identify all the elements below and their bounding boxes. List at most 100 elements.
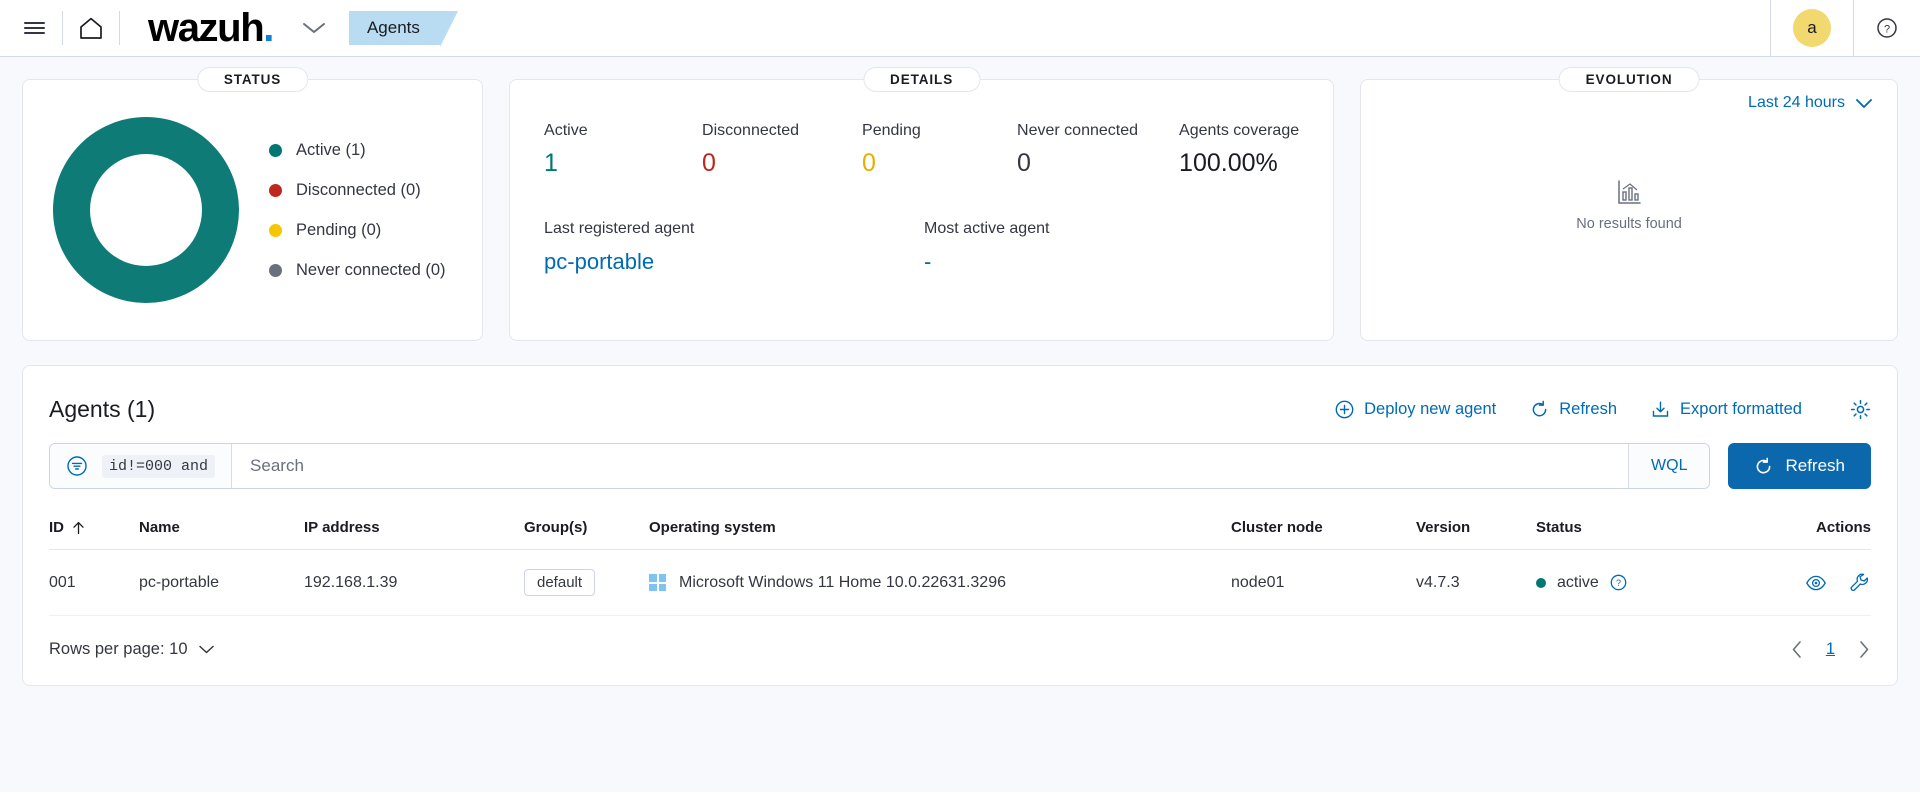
chevron-down-icon [302,23,325,33]
agents-table-card: Agents (1) Deploy new agent Refresh Expo… [22,365,1898,686]
legend-label-pending: Pending (0) [296,220,382,239]
last-registered-agent: Last registered agent pc-portable [544,220,924,275]
legend-label-disconnected: Disconnected (0) [296,180,421,199]
brand-dropdown-button[interactable] [301,20,327,36]
search-shell: id!=000 and WQL [49,443,1711,489]
refresh-icon [1757,457,1771,473]
hamburger-menu-button[interactable] [10,4,58,52]
evolution-panel: EVOLUTION Last 24 hours No results found [1360,67,1898,341]
sort-control-id[interactable]: ID [49,519,85,536]
column-header-groups[interactable]: Group(s) [524,503,649,550]
group-badge[interactable]: default [524,569,596,596]
deploy-new-agent-button[interactable]: Deploy new agent [1335,400,1496,419]
filter-icon [67,456,87,476]
metric-pending-label: Pending [862,122,921,139]
page-number-1[interactable]: 1 [1826,640,1835,659]
time-range-selector[interactable]: Last 24 hours [1748,94,1873,112]
column-header-ip-address[interactable]: IP address [304,503,524,550]
column-header-actions: Actions [1751,503,1871,550]
column-header-operating-system[interactable]: Operating system [649,503,1231,550]
cell-operating-system: Microsoft Windows 11 Home 10.0.22631.329… [649,549,1231,616]
windows-logo-icon [649,574,666,591]
agents-table-header: Agents (1) Deploy new agent Refresh Expo… [49,388,1871,443]
svg-text:?: ? [1616,578,1621,588]
column-header-id[interactable]: ID [49,503,139,550]
refresh-link-button[interactable]: Refresh [1530,400,1617,419]
metric-pending-value: 0 [862,149,876,177]
legend-item-pending[interactable]: Pending (0) [269,221,446,240]
hamburger-menu-icon [23,18,45,37]
legend-label-never-connected: Never connected (0) [296,260,446,279]
view-agent-button[interactable] [1805,572,1827,594]
column-header-version[interactable]: Version [1416,503,1536,550]
last-registered-agent-link[interactable]: pc-portable [544,249,924,275]
legend-item-disconnected[interactable]: Disconnected (0) [269,181,446,200]
cell-ip-address: 192.168.1.39 [304,549,524,616]
metric-never-connected: Never connected 0 [1017,122,1179,176]
column-header-status[interactable]: Status [1536,503,1751,550]
download-icon [1652,401,1669,417]
most-active-agent-value: - [924,249,932,274]
metric-never-connected-label: Never connected [1017,122,1139,139]
cell-status: active ? [1536,549,1751,616]
evolution-panel-title: EVOLUTION [1558,67,1700,92]
wql-toggle[interactable]: WQL [1628,444,1710,488]
legend-dot-disconnected [269,183,282,197]
details-metrics-row: Active 1 Disconnected 0 Pending 0 Never … [544,122,1299,176]
brand-dot: . [263,6,274,50]
next-page-button[interactable] [1857,640,1871,659]
bar-chart-icon [1618,179,1641,204]
agents-table-tbody: 001 pc-portable 192.168.1.39 default Mic… [49,549,1871,616]
previous-page-button[interactable] [1790,640,1804,659]
table-header-row: ID Name IP address Group(s) Operating sy… [49,503,1871,550]
agents-table: ID Name IP address Group(s) Operating sy… [49,503,1871,616]
status-help-icon[interactable]: ? [1610,574,1627,591]
brand-logo[interactable]: wazuh. [124,8,279,48]
table-row[interactable]: 001 pc-portable 192.168.1.39 default Mic… [49,549,1871,616]
column-header-name[interactable]: Name [139,503,304,550]
details-panel-body: Active 1 Disconnected 0 Pending 0 Never … [510,80,1333,275]
metric-active: Active 1 [544,122,702,176]
evolution-empty-state: No results found [1361,112,1897,297]
metric-disconnected-value: 0 [702,149,716,177]
cell-cluster-node: node01 [1231,549,1416,616]
legend-item-never-connected[interactable]: Never connected (0) [269,261,446,280]
last-registered-agent-label: Last registered agent [544,220,695,237]
legend-label-active: Active (1) [296,140,366,159]
nav-divider-2 [119,11,120,45]
column-header-id-label: ID [49,519,64,536]
search-input[interactable] [232,444,1629,488]
plus-circle-icon [1335,400,1354,419]
top-navigation-bar: wazuh. Agents a ? [0,0,1920,57]
help-button[interactable]: ? [1854,17,1920,39]
refresh-link-label: Refresh [1559,400,1618,418]
chevron-left-icon [1792,641,1801,658]
details-panel: DETAILS Active 1 Disconnected 0 Pending … [509,67,1335,341]
cell-groups: default [524,549,649,616]
cell-name: pc-portable [139,549,304,616]
metric-disconnected: Disconnected 0 [702,122,862,176]
chevron-down-icon [198,645,214,654]
metric-agents-coverage-value: 100.00% [1179,149,1278,177]
metric-never-connected-value: 0 [1017,149,1031,177]
search-filter-chip[interactable]: id!=000 and [102,454,216,478]
export-formatted-button[interactable]: Export formatted [1651,400,1802,419]
metric-active-label: Active [544,122,588,139]
svg-text:?: ? [1884,24,1890,36]
rows-per-page-selector[interactable]: Rows per page: 10 [49,640,215,659]
search-refresh-button[interactable]: Refresh [1728,443,1871,489]
legend-item-active[interactable]: Active (1) [269,141,446,160]
rows-per-page-label: Rows per page: 10 [49,640,188,658]
table-settings-button[interactable] [1850,399,1871,420]
column-header-cluster-node[interactable]: Cluster node [1231,503,1416,550]
tab-agents[interactable]: Agents [348,11,458,47]
search-filter-zone[interactable]: id!=000 and [50,444,233,488]
avatar[interactable]: a [1793,9,1831,47]
chevron-down-icon [1856,98,1872,108]
details-panel-title: DETAILS [863,67,981,92]
status-legend: Active (1) Disconnected (0) Pending (0) … [269,141,446,280]
search-refresh-label: Refresh [1785,456,1845,475]
configure-agent-button[interactable] [1849,572,1871,594]
nav-divider-1 [62,11,63,45]
home-button[interactable] [67,4,115,52]
